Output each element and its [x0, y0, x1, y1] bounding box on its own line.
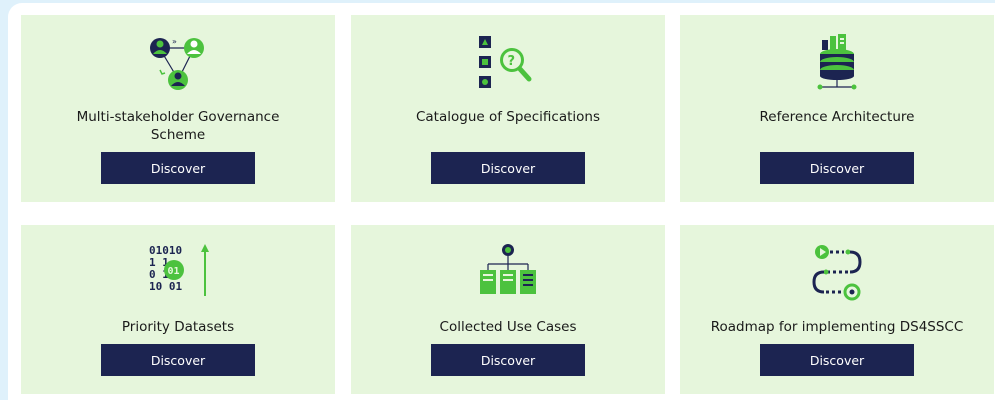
svg-text:»: »: [172, 37, 177, 46]
catalogue-search-icon: ?: [479, 36, 532, 88]
roadmap-path-icon: [812, 245, 862, 301]
stakeholders-icon: »: [150, 37, 204, 90]
card-priority-datasets: 01010 1 1 0 1 10 01 01 Priority Datasets…: [21, 225, 335, 394]
architecture-database-icon: [817, 34, 857, 90]
card-title-line: Scheme: [150, 127, 206, 143]
discover-button[interactable]: Discover: [101, 344, 255, 376]
card-catalogue-specifications: ? Catalogue of Specifications Discover: [351, 15, 665, 202]
card-title: Collected Use Cases: [439, 319, 577, 335]
svg-text:10 01: 10 01: [149, 280, 182, 293]
card-title-line: Multi-stakeholder Governance: [76, 109, 280, 125]
svg-text:01: 01: [168, 266, 180, 277]
card-collected-use-cases: Collected Use Cases Discover: [351, 225, 665, 394]
card-reference-architecture: Reference Architecture Discover: [680, 15, 994, 202]
card-title: Catalogue of Specifications: [415, 109, 600, 125]
main-panel: » Multi-stakeholder Governance Scheme Di…: [8, 3, 995, 400]
card-roadmap-ds4sscc: Roadmap for implementing DS4SSCC Discove…: [680, 225, 994, 394]
discover-button[interactable]: Discover: [760, 152, 914, 184]
card-governance-scheme: » Multi-stakeholder Governance Scheme Di…: [21, 15, 335, 202]
discover-button[interactable]: Discover: [760, 344, 914, 376]
card-title: Roadmap for implementing DS4SSCC: [710, 319, 964, 335]
card-title: Reference Architecture: [759, 109, 915, 125]
svg-text:?: ?: [508, 54, 516, 69]
discover-button[interactable]: Discover: [101, 152, 255, 184]
card-grid: » Multi-stakeholder Governance Scheme Di…: [8, 3, 995, 400]
card-title: Multi-stakeholder Governance Scheme: [21, 108, 335, 144]
binary-data-icon: 01010 1 1 0 1 10 01 01: [149, 244, 209, 296]
discover-button[interactable]: Discover: [431, 152, 585, 184]
discover-button[interactable]: Discover: [431, 344, 585, 376]
use-cases-tree-icon: [480, 244, 536, 294]
card-title: Priority Datasets: [121, 319, 235, 335]
